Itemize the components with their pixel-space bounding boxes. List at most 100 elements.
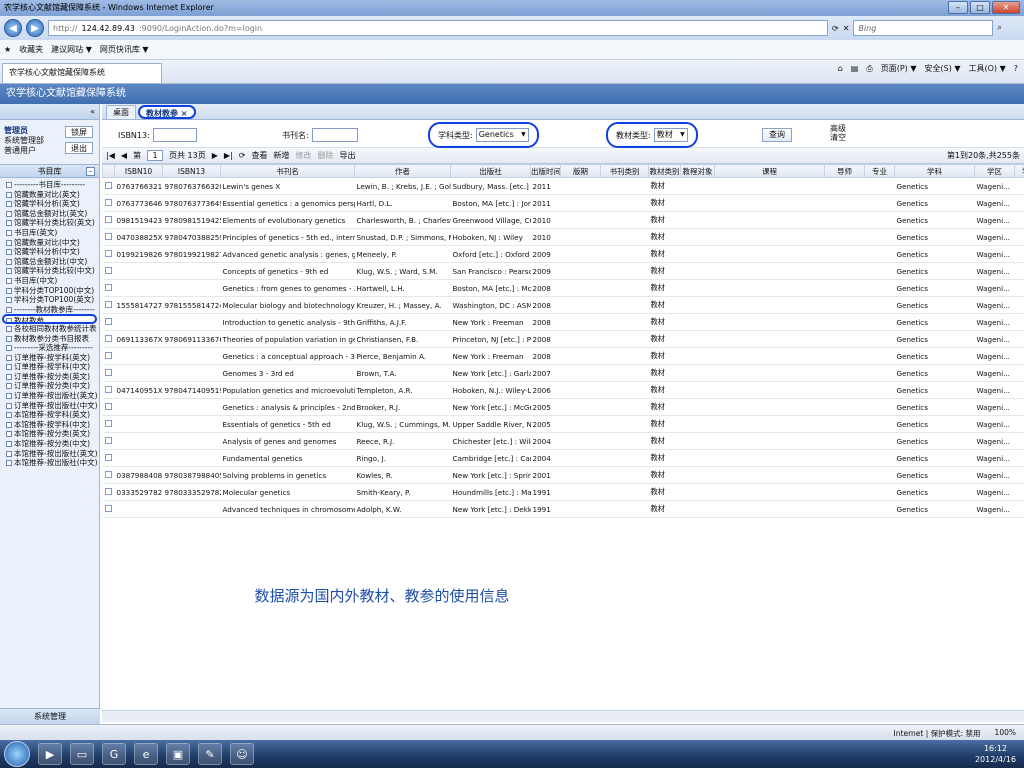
system-management-bar[interactable]: 系统管理	[0, 708, 100, 724]
presentation-icon[interactable]: ▣	[166, 743, 190, 765]
table-row[interactable]: Analysis of genes and genomes Reece, R.J.…	[102, 432, 1024, 450]
nav-item[interactable]: 订单推荐-按分类(中文)	[0, 381, 99, 391]
document-icon[interactable]: ✎	[198, 743, 222, 765]
row-checkbox[interactable]	[104, 232, 112, 240]
favorites-star-icon[interactable]: ★	[4, 45, 11, 54]
nav-item[interactable]: 馆藏学科分类比较(中文)	[0, 266, 99, 276]
nav-item[interactable]: 本馆推荐-按分类(英文)	[0, 429, 99, 439]
nav-item[interactable]: 馆藏总金额对比(中文)	[0, 257, 99, 267]
nav-item[interactable]: 教材教参	[2, 314, 97, 324]
stop-icon[interactable]: ✕	[843, 24, 850, 33]
table-row[interactable]: Genetics : a conceptual approach - 3rd e…	[102, 347, 1024, 365]
start-button[interactable]	[4, 741, 30, 767]
row-checkbox[interactable]	[104, 504, 112, 512]
column-header[interactable]: ISBN10	[114, 164, 163, 178]
table-row[interactable]: 0199219826 9780199219827 Advanced genetic …	[102, 245, 1024, 263]
nav-item[interactable]: 本馆推荐-按分类(中文)	[0, 439, 99, 449]
tools-menu[interactable]: 工具(O) ▼	[969, 63, 1006, 74]
advanced-link[interactable]: 高级	[830, 124, 846, 133]
first-page-icon[interactable]: |◀	[106, 151, 115, 160]
fav-item-webslice[interactable]: 网页快讯库 ▼	[100, 44, 149, 55]
nav-item[interactable]: 本馆推荐-按学科(中文)	[0, 420, 99, 430]
column-header[interactable]: 学校	[1014, 164, 1024, 178]
table-row[interactable]: 047140951X 9780471409519 Population geneti…	[102, 381, 1024, 399]
nav-item[interactable]: 本馆推荐-按学科(英文)	[0, 410, 99, 420]
horizontal-scrollbar[interactable]	[102, 710, 1024, 722]
table-row[interactable]: Introduction to genetic analysis - 9th e…	[102, 313, 1024, 331]
column-header[interactable]: 书刊类别	[600, 164, 649, 178]
row-checkbox[interactable]	[104, 436, 112, 444]
left-collapse-button[interactable]: «	[0, 104, 99, 120]
nav-item[interactable]: 学科分类TOP100(英文)	[0, 295, 99, 305]
row-checkbox[interactable]	[104, 300, 112, 308]
back-button[interactable]: ◀	[4, 19, 22, 37]
column-header[interactable]: 导师	[824, 164, 865, 178]
tab-desktop[interactable]: 桌面	[106, 105, 136, 119]
column-header[interactable]: 作者	[354, 164, 451, 178]
subject-select[interactable]: Genetics	[475, 128, 529, 142]
row-checkbox[interactable]	[104, 334, 112, 342]
maximize-button[interactable]: □	[970, 1, 990, 14]
nav-item[interactable]: 馆藏数量对比(英文)	[0, 190, 99, 200]
nav-item[interactable]: 馆藏学科分类比较(英文)	[0, 218, 99, 228]
help-icon[interactable]: ?	[1014, 64, 1018, 73]
row-checkbox[interactable]	[104, 368, 112, 376]
row-checkbox[interactable]	[104, 198, 112, 206]
print-icon[interactable]: ⎙	[866, 64, 872, 74]
column-header[interactable]: 书刊名	[220, 164, 355, 178]
column-header[interactable]: 出版时间	[530, 164, 561, 178]
query-button[interactable]: 查询	[762, 128, 792, 142]
chat-icon[interactable]: ☺	[230, 743, 254, 765]
nav-item[interactable]: 本馆推荐-按出版社(英文)	[0, 449, 99, 459]
column-header[interactable]: ISBN13	[162, 164, 221, 178]
row-checkbox[interactable]	[104, 215, 112, 223]
row-checkbox[interactable]	[104, 453, 112, 461]
nav-item[interactable]: 学科分类TOP100(中文)	[0, 286, 99, 296]
minimize-button[interactable]: –	[948, 1, 968, 14]
nav-item[interactable]: 各校相同教材教参统计表	[0, 324, 99, 334]
tab-textbooks[interactable]: 教材教参 ×	[138, 105, 196, 119]
nav-item[interactable]: 订单推荐-按出版社(中文)	[0, 401, 99, 411]
browser-tab[interactable]: 农学核心文献馆藏保障系统	[2, 63, 162, 83]
delete-button[interactable]: 删除	[317, 150, 333, 161]
table-row[interactable]: 0763773646 9780763773649 Essential genetic…	[102, 194, 1024, 212]
nav-item[interactable]: ---------采选推荐---------	[0, 343, 99, 353]
table-row[interactable]: 069113367X 9780691133676 Theories of popul…	[102, 330, 1024, 348]
isbn-input[interactable]	[152, 128, 197, 142]
address-bar[interactable]: http://124.42.89.43:9090/LoginAction.do?…	[48, 20, 828, 36]
table-row[interactable]: Genomes 3 - 3rd ed Brown, T.A. New York [e…	[102, 364, 1024, 382]
nav-item[interactable]: 订单推荐-按出版社(英文)	[0, 391, 99, 401]
row-checkbox[interactable]	[104, 266, 112, 274]
row-checkbox[interactable]	[104, 351, 112, 359]
nav-item[interactable]: 订单推荐-按学科(英文)	[0, 353, 99, 363]
nav-item[interactable]: --------教材教参库--------	[0, 305, 99, 315]
search-input[interactable]: Bing	[853, 20, 994, 36]
collapse-icon[interactable]: –	[86, 167, 95, 176]
nav-item[interactable]: 书目库(中文)	[0, 276, 99, 286]
zoom-level[interactable]: 100%	[995, 728, 1016, 739]
forward-button[interactable]: ▶	[26, 19, 44, 37]
material-select[interactable]: 教材	[653, 128, 688, 142]
nav-item[interactable]: ---------书目库---------	[0, 180, 99, 190]
export-button[interactable]: 导出	[339, 150, 355, 161]
lock-screen-button[interactable]: 锁屏	[65, 126, 93, 138]
table-row[interactable]: Concepts of genetics - 9th ed Klug, W.S. …	[102, 262, 1024, 280]
table-row[interactable]: 047038825X 9780470388259 Principles of gen…	[102, 228, 1024, 246]
home-icon[interactable]: ⌂	[838, 64, 843, 73]
nav-item[interactable]: 教材教参分类书目报表	[0, 334, 99, 344]
page-menu[interactable]: 页面(P) ▼	[881, 63, 917, 74]
folder-icon[interactable]: ▭	[70, 743, 94, 765]
nav-item[interactable]: 馆藏学科分析(英文)	[0, 199, 99, 209]
table-row[interactable]: 0387988408 9780387988405 Solving problems …	[102, 466, 1024, 484]
row-checkbox[interactable]	[104, 419, 112, 427]
table-row[interactable]: 0763766321 9780763766320 Lewin's genes X Le…	[102, 177, 1024, 195]
row-checkbox[interactable]	[104, 470, 112, 478]
table-row[interactable]: 0333529782 9780333529782 Molecular genetic…	[102, 483, 1024, 501]
refresh-grid-icon[interactable]: ⟳	[239, 151, 246, 160]
favorites-button[interactable]: 收藏夹	[19, 44, 43, 55]
refresh-icon[interactable]: ⟳	[832, 24, 839, 33]
nav-item[interactable]: 馆藏数量对比(中文)	[0, 238, 99, 248]
last-page-icon[interactable]: ▶|	[224, 151, 233, 160]
media-icon[interactable]: ▶	[38, 743, 62, 765]
search-icon[interactable]: ⌕	[997, 23, 1001, 33]
